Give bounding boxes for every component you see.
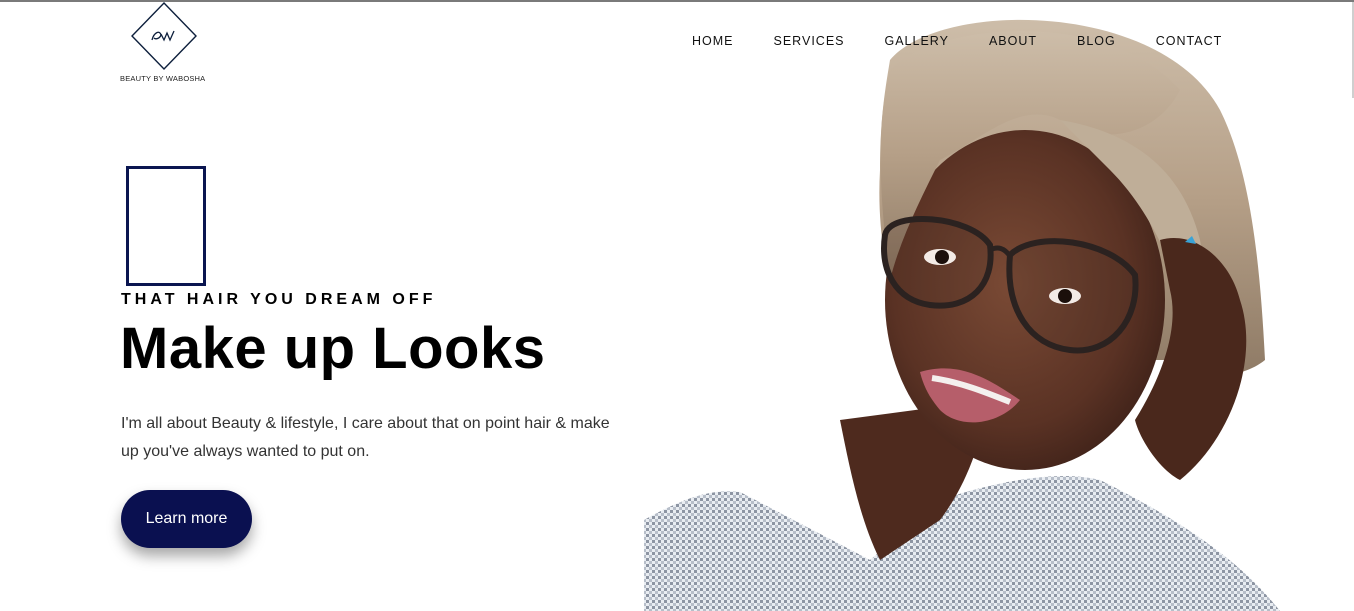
hero-description: I'm all about Beauty & lifestyle, I care… <box>121 415 610 460</box>
brand-logo[interactable]: BEAUTY BY WABOSHA <box>118 2 214 84</box>
logo-diamond-icon <box>131 2 197 71</box>
nav-contact[interactable]: CONTACT <box>1156 34 1223 48</box>
nav-services[interactable]: SERVICES <box>774 34 845 48</box>
nav-about[interactable]: ABOUT <box>989 34 1037 48</box>
page: BEAUTY BY WABOSHA HOME SERVICES GALLERY … <box>0 0 1354 611</box>
nav-blog[interactable]: BLOG <box>1077 34 1116 48</box>
hero-headline: Make up Looks <box>120 316 546 381</box>
nav-home[interactable]: HOME <box>692 34 734 48</box>
nav-gallery[interactable]: GALLERY <box>885 34 949 48</box>
decorative-outline-box <box>126 166 206 286</box>
hero-eyebrow: THAT HAIR YOU DREAM OFF <box>121 291 437 308</box>
main-nav: HOME SERVICES GALLERY ABOUT BLOG CONTACT <box>692 34 1222 48</box>
learn-more-button[interactable]: Learn more <box>121 490 252 548</box>
brand-name: BEAUTY BY WABOSHA <box>120 74 206 83</box>
hero-portrait-image <box>644 19 1280 611</box>
